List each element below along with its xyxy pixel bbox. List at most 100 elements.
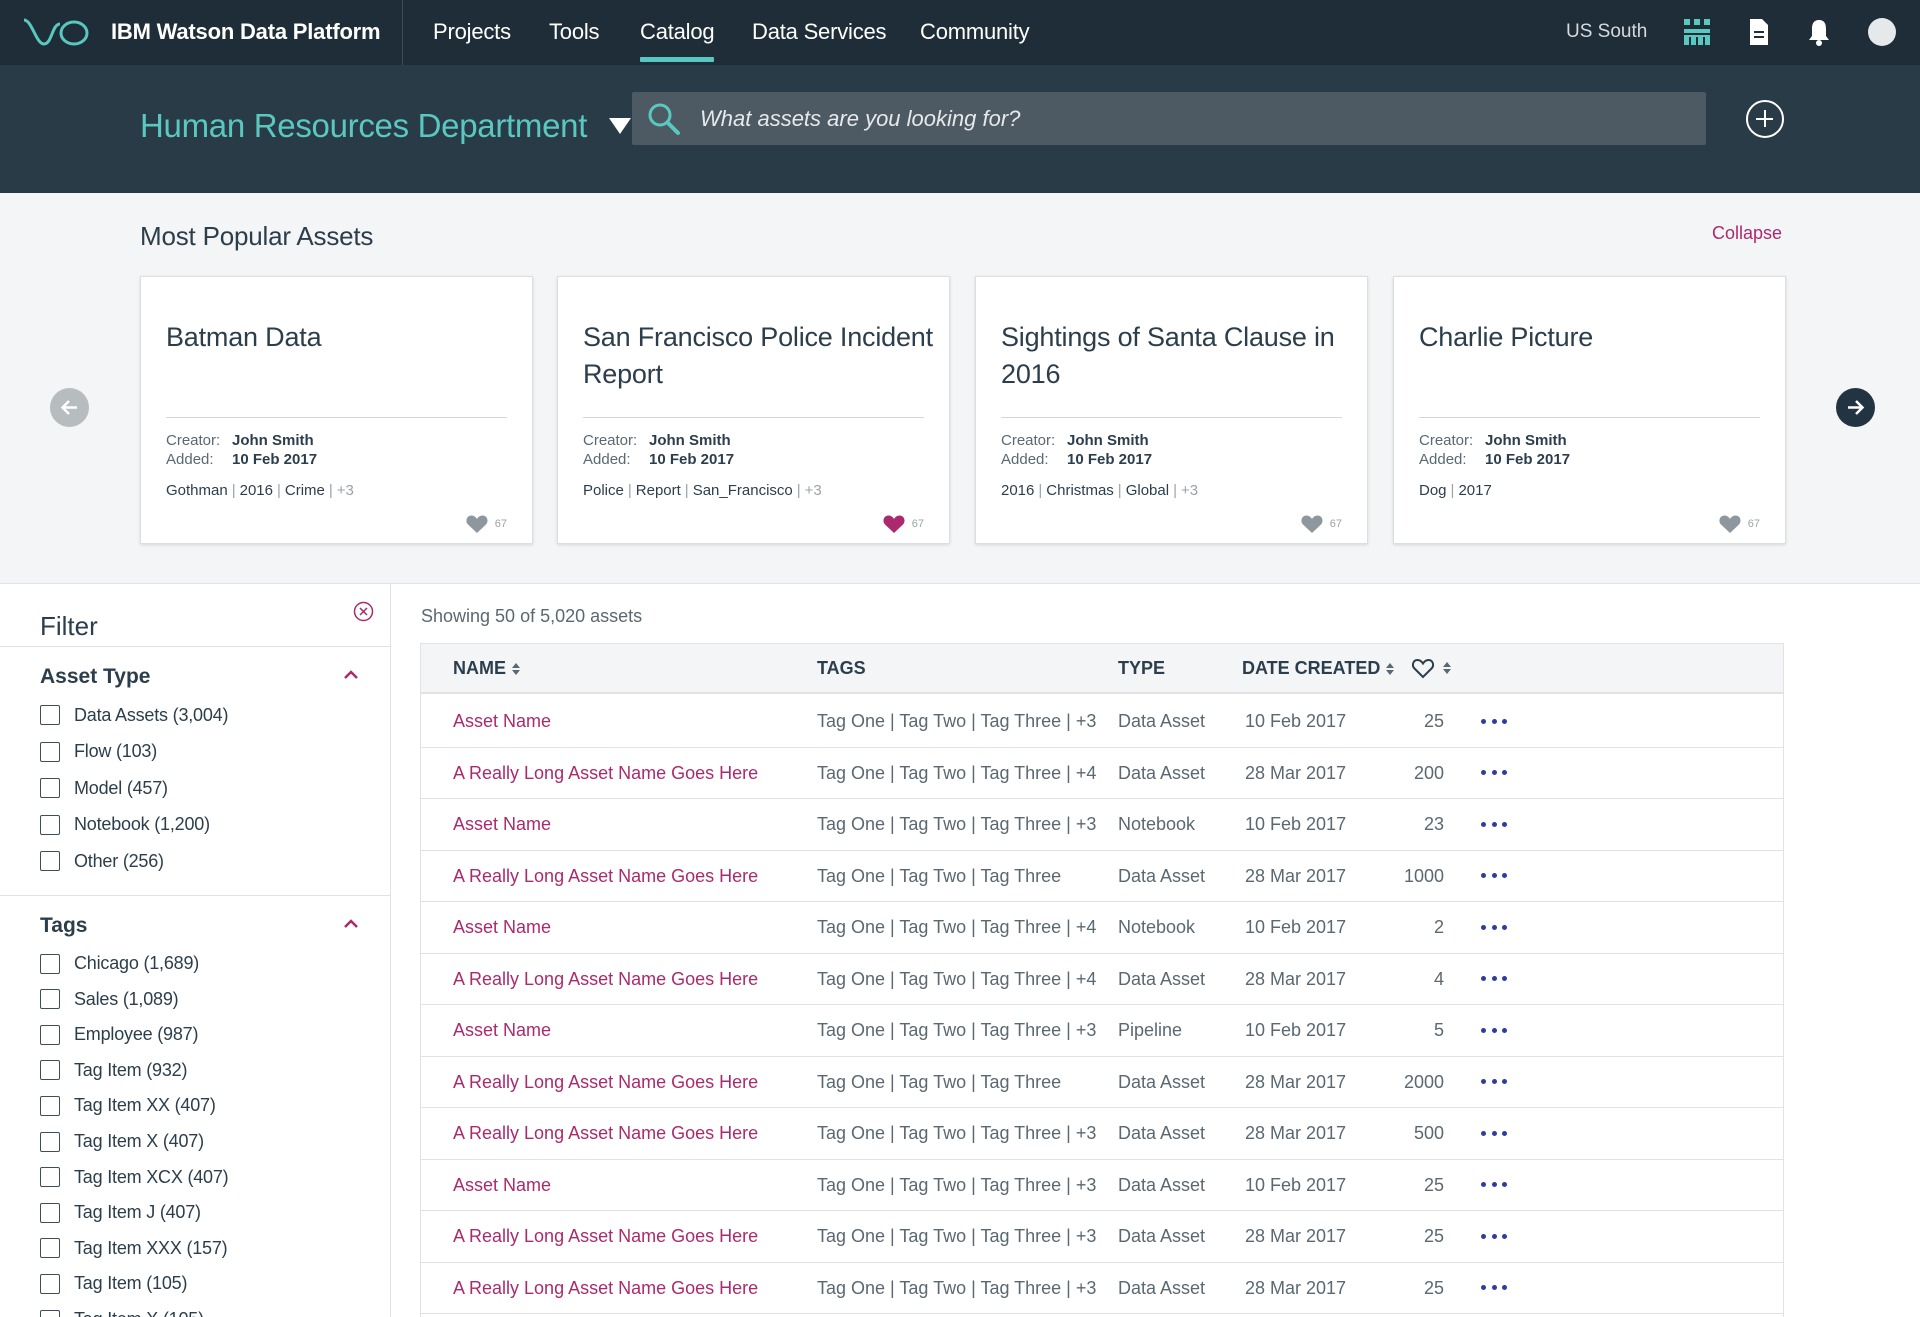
filter-option[interactable]: Chicago (1,689) — [40, 951, 199, 977]
filter-option[interactable]: Tag Item XCX (407) — [40, 1164, 229, 1190]
checkbox[interactable] — [40, 989, 60, 1010]
checkbox[interactable] — [40, 1131, 60, 1152]
asset-name-link[interactable]: Asset Name — [453, 1020, 551, 1041]
card-title[interactable]: Batman Data — [166, 319, 516, 356]
asset-name-link[interactable]: Asset Name — [453, 1175, 551, 1196]
collapse-link[interactable]: Collapse — [1712, 223, 1782, 244]
filter-option[interactable]: Other (256) — [40, 848, 164, 874]
checkbox[interactable] — [40, 1095, 60, 1116]
filter-option[interactable]: Tag Item (105) — [40, 1271, 187, 1297]
search-box[interactable] — [632, 92, 1706, 145]
clear-filter-icon[interactable] — [353, 601, 374, 622]
nav-community[interactable]: Community — [920, 19, 1030, 45]
tag-link[interactable]: San_Francisco — [693, 482, 793, 499]
card-title[interactable]: Sightings of Santa Clause in 2016 — [1001, 319, 1351, 393]
checkbox[interactable] — [40, 1167, 60, 1188]
filter-option[interactable]: Tag Item J (407) — [40, 1200, 201, 1226]
checkbox[interactable] — [40, 814, 60, 835]
checkbox[interactable] — [40, 1202, 60, 1223]
brand-name[interactable]: IBM Watson Data Platform — [111, 19, 381, 45]
overflow-menu-icon[interactable] — [1481, 868, 1507, 884]
asset-card[interactable]: Charlie Picture Creator: John Smith Added: 1… — [1393, 276, 1786, 544]
asset-name-link[interactable]: Asset Name — [453, 917, 551, 938]
asset-name-link[interactable]: A Really Long Asset Name Goes Here — [453, 866, 758, 887]
more-tags[interactable]: +3 — [805, 482, 822, 499]
tag-link[interactable]: Report — [636, 482, 681, 499]
asset-name-link[interactable]: A Really Long Asset Name Goes Here — [453, 1278, 758, 1299]
filter-option[interactable]: Sales (1,089) — [40, 986, 179, 1012]
overflow-menu-icon[interactable] — [1481, 1280, 1507, 1296]
filter-group-title[interactable]: Asset Type — [40, 665, 151, 689]
nav-projects[interactable]: Projects — [433, 19, 511, 45]
checkbox[interactable] — [40, 953, 60, 974]
overflow-menu-icon[interactable] — [1481, 1125, 1507, 1141]
asset-name-link[interactable]: A Really Long Asset Name Goes Here — [453, 763, 758, 784]
bell-icon[interactable] — [1803, 16, 1835, 48]
favorite-button[interactable]: 67 — [465, 514, 507, 534]
chevron-up-icon[interactable] — [343, 918, 359, 930]
checkbox[interactable] — [40, 1060, 60, 1081]
chevron-up-icon[interactable] — [343, 669, 359, 681]
overflow-menu-icon[interactable] — [1481, 816, 1507, 832]
catalog-selector[interactable]: Human Resources Department — [140, 101, 632, 151]
card-title[interactable]: San Francisco Police Incident Report — [583, 319, 933, 393]
tag-link[interactable]: Gothman — [166, 482, 228, 499]
overflow-menu-icon[interactable] — [1481, 713, 1507, 729]
add-asset-button[interactable] — [1746, 100, 1784, 138]
region-selector[interactable]: US South — [1566, 21, 1647, 43]
asset-card[interactable]: San Francisco Police Incident Report Crea… — [557, 276, 950, 544]
checkbox[interactable] — [40, 705, 60, 725]
filter-option[interactable]: Data Assets (3,004) — [40, 702, 228, 728]
nav-tools[interactable]: Tools — [549, 19, 600, 45]
filter-option[interactable]: Model (457) — [40, 775, 168, 801]
document-icon[interactable] — [1742, 16, 1774, 48]
overflow-menu-icon[interactable] — [1481, 1074, 1507, 1090]
carousel-next-button[interactable] — [1836, 388, 1875, 427]
checkbox[interactable] — [40, 778, 60, 798]
tag-link[interactable]: 2016 — [1001, 482, 1034, 499]
checkbox[interactable] — [40, 851, 60, 871]
more-tags[interactable]: +3 — [337, 482, 354, 499]
asset-card[interactable]: Sightings of Santa Clause in 2016 Creator… — [975, 276, 1368, 544]
filter-group-title[interactable]: Tags — [40, 914, 87, 938]
tag-link[interactable]: Dog — [1419, 482, 1447, 499]
checkbox[interactable] — [40, 1024, 60, 1045]
overflow-menu-icon[interactable] — [1481, 919, 1507, 935]
watson-logo-icon[interactable] — [22, 16, 90, 48]
filter-option[interactable]: Flow (103) — [40, 739, 157, 765]
asset-name-link[interactable]: A Really Long Asset Name Goes Here — [453, 1226, 758, 1247]
filter-option[interactable]: Tag Item X (105) — [40, 1307, 204, 1317]
tag-link[interactable]: Christmas — [1046, 482, 1114, 499]
search-input[interactable] — [700, 92, 1690, 145]
carousel-prev-button[interactable] — [50, 388, 89, 427]
asset-name-link[interactable]: Asset Name — [453, 814, 551, 835]
filter-option[interactable]: Employee (987) — [40, 1022, 198, 1048]
favorite-button[interactable]: 67 — [1300, 514, 1342, 534]
waffle-icon[interactable] — [1681, 16, 1713, 48]
overflow-menu-icon[interactable] — [1481, 765, 1507, 781]
nav-data-services[interactable]: Data Services — [752, 19, 887, 45]
favorite-button[interactable]: 67 — [882, 514, 924, 534]
overflow-menu-icon[interactable] — [1481, 971, 1507, 987]
overflow-menu-icon[interactable] — [1481, 1022, 1507, 1038]
checkbox[interactable] — [40, 1238, 60, 1259]
checkbox[interactable] — [40, 741, 60, 762]
tag-link[interactable]: Global — [1126, 482, 1169, 499]
tag-link[interactable]: Police — [583, 482, 624, 499]
asset-name-link[interactable]: A Really Long Asset Name Goes Here — [453, 1072, 758, 1093]
more-tags[interactable]: +3 — [1181, 482, 1198, 499]
column-header-date[interactable]: DATE CREATED — [1242, 658, 1395, 679]
asset-name-link[interactable]: A Really Long Asset Name Goes Here — [453, 969, 758, 990]
avatar[interactable] — [1868, 18, 1896, 46]
filter-option[interactable]: Tag Item X (407) — [40, 1129, 204, 1155]
filter-option[interactable]: Notebook (1,200) — [40, 812, 210, 838]
checkbox[interactable] — [40, 1309, 60, 1317]
tag-link[interactable]: 2017 — [1458, 482, 1491, 499]
column-header-name[interactable]: NAME — [453, 658, 520, 679]
card-title[interactable]: Charlie Picture — [1419, 319, 1769, 356]
asset-name-link[interactable]: Asset Name — [453, 711, 551, 732]
column-header-favorites[interactable] — [1411, 657, 1451, 679]
tag-link[interactable]: 2016 — [240, 482, 273, 499]
filter-option[interactable]: Tag Item XX (407) — [40, 1093, 216, 1119]
nav-catalog[interactable]: Catalog — [640, 19, 715, 62]
